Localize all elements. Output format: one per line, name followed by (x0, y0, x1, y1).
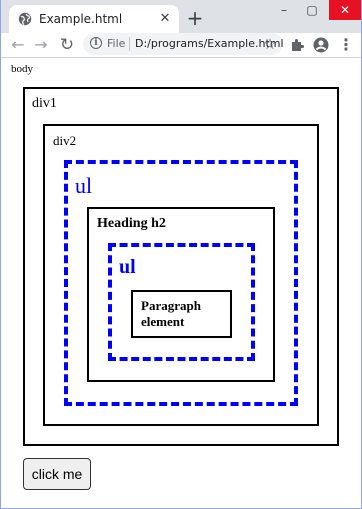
globe-icon (18, 12, 32, 26)
address-separator (129, 37, 130, 51)
browser-window: Example.html ✕ + – ▢ ✕ ← → ↻ i File D:/p… (1, 0, 361, 508)
puzzle-icon (292, 39, 304, 51)
outer-ul-label: ul (75, 173, 93, 198)
back-arrow-icon[interactable]: ← (8, 35, 28, 55)
extensions-puzzle-icon[interactable] (287, 35, 307, 55)
maximize-button[interactable]: ▢ (299, 0, 325, 20)
div1-label: div1 (32, 96, 57, 111)
info-icon[interactable]: i (90, 37, 102, 49)
tab-strip: Example.html ✕ + – ▢ ✕ (1, 0, 361, 33)
minimize-button[interactable]: – (271, 0, 297, 20)
toolbar: ← → ↻ i File D:/programs/Example.html ☆ … (1, 33, 361, 58)
forward-arrow-icon[interactable]: → (31, 35, 51, 55)
scheme-label: File (107, 37, 126, 50)
reload-icon[interactable]: ↻ (57, 35, 77, 55)
close-tab-icon[interactable]: ✕ (157, 11, 173, 27)
tab-title: Example.html (39, 12, 123, 26)
menu-kebab-icon[interactable]: ⋮ (336, 35, 356, 55)
click-me-button[interactable]: click me (23, 458, 91, 490)
paragraph-label: Paragraph element (141, 298, 201, 329)
profile-icon[interactable] (311, 35, 331, 55)
avatar-icon (313, 37, 329, 53)
body-label: body (11, 63, 33, 75)
tab-example[interactable]: Example.html ✕ (9, 5, 179, 33)
inner-ul-label: ul (119, 256, 136, 278)
close-window-button[interactable]: ✕ (329, 0, 361, 20)
address-bar[interactable]: i File D:/programs/Example.html ☆ (83, 33, 284, 55)
new-tab-button[interactable]: + (185, 8, 205, 28)
heading-h2-label: Heading h2 (97, 216, 166, 231)
div2-label: div2 (53, 133, 77, 148)
page-content: body div1 div2 ul Heading h2 ul Paragrap… (1, 58, 361, 508)
bookmark-star-icon[interactable]: ☆ (261, 35, 279, 53)
